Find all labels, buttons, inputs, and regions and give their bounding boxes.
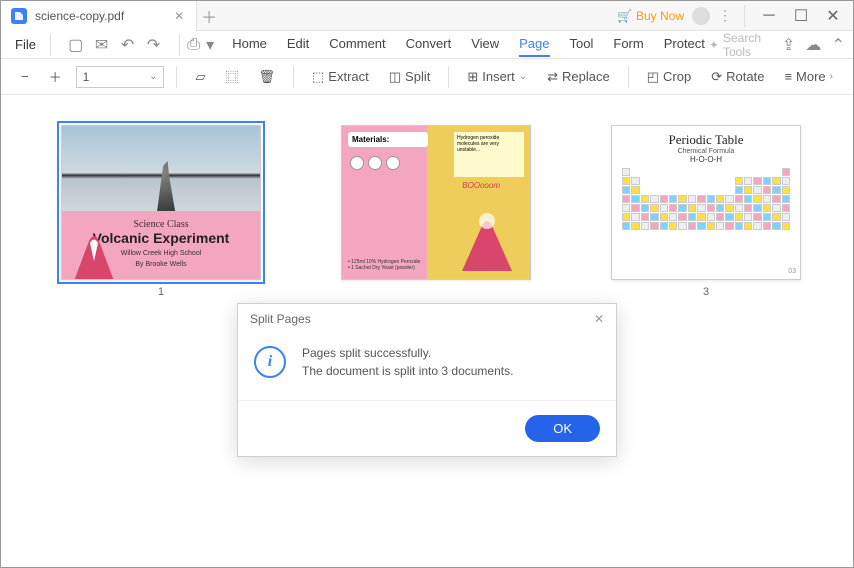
dialog-ok-button[interactable]: OK xyxy=(525,415,600,442)
cart-icon: 🛒 xyxy=(617,9,632,23)
replace-icon: ⇄ xyxy=(547,69,558,85)
page-layout-2-icon[interactable]: ⿴ xyxy=(219,63,244,90)
split-button[interactable]: ◫ Split xyxy=(383,65,437,89)
tab-close-icon[interactable]: ✕ xyxy=(172,9,186,23)
app-icon xyxy=(11,8,27,24)
split-icon: ◫ xyxy=(389,69,401,85)
page-number-label: 3 xyxy=(703,286,709,298)
close-window-button[interactable]: ✕ xyxy=(821,4,845,28)
user-avatar-icon[interactable] xyxy=(692,7,710,25)
file-menu[interactable]: File xyxy=(9,37,42,52)
hamburger-icon: ≡ xyxy=(784,69,792,84)
page-corner-number: 03 xyxy=(788,268,796,275)
split-pages-dialog: Split Pages ✕ i Pages split successfully… xyxy=(237,303,617,457)
mail-icon[interactable]: ✉ xyxy=(93,36,111,54)
cloud-icon[interactable]: ☁ xyxy=(805,36,821,54)
chemical-formula: H-O-O-H xyxy=(622,155,790,164)
dialog-message-2: The document is split into 3 documents. xyxy=(302,362,513,380)
zoom-in-button[interactable]: ＋ xyxy=(43,63,68,90)
menu-tab-page[interactable]: Page xyxy=(519,32,549,57)
undo-icon[interactable]: ↶ xyxy=(119,36,137,54)
kebab-menu-icon[interactable]: ⋮ xyxy=(718,7,732,24)
collapse-icon[interactable]: ⌃ xyxy=(831,36,845,54)
dropdown-icon[interactable]: ▾ xyxy=(204,36,216,54)
page-thumbnail-3[interactable]: Periodic Table Chemical Formula H-O-O-H … xyxy=(611,125,801,298)
materials-heading: Materials: xyxy=(348,132,428,147)
buy-now-link[interactable]: 🛒 Buy Now xyxy=(617,9,684,23)
rotate-icon: ⟳ xyxy=(711,69,722,85)
volcano-illustration-icon xyxy=(452,211,522,271)
materials-list: • 125ml 10% Hydrogen Peroxide • 1 Sachet… xyxy=(348,259,420,271)
search-placeholder: Search Tools xyxy=(723,31,772,59)
crop-icon: ◰ xyxy=(647,69,659,85)
slide-subtitle: Science Class xyxy=(68,219,254,230)
menu-tab-edit[interactable]: Edit xyxy=(287,32,309,57)
boom-text: BOOooom xyxy=(462,181,500,190)
menu-tab-protect[interactable]: Protect xyxy=(664,32,705,57)
extract-icon: ⬚ xyxy=(312,69,324,85)
buy-now-label: Buy Now xyxy=(636,9,684,23)
page-number-label: 1 xyxy=(158,286,164,298)
page-number-value: 1 xyxy=(83,70,90,84)
sticky-note-icon: Hydrogen peroxide molecules are very uns… xyxy=(454,132,524,177)
menu-tab-convert[interactable]: Convert xyxy=(406,32,452,57)
info-icon: i xyxy=(254,346,286,378)
document-tab[interactable]: science-copy.pdf ✕ xyxy=(1,1,197,31)
dialog-close-button[interactable]: ✕ xyxy=(594,312,604,326)
menu-tab-form[interactable]: Form xyxy=(613,32,643,57)
more-button[interactable]: ≡ More › xyxy=(778,65,839,88)
share-icon[interactable]: ⇪ xyxy=(782,36,796,54)
volcano-illustration-icon xyxy=(64,231,124,280)
page-thumbnail-1[interactable]: Science Class Volcanic Experiment Willow… xyxy=(61,125,261,298)
split-label: Split xyxy=(405,69,430,84)
extract-label: Extract xyxy=(328,69,368,84)
dialog-message-1: Pages split successfully. xyxy=(302,344,513,362)
insert-label: Insert xyxy=(482,69,515,84)
periodic-table-title: Periodic Table xyxy=(622,132,790,148)
minimize-button[interactable]: ─ xyxy=(757,4,781,28)
menu-tab-comment[interactable]: Comment xyxy=(329,32,385,57)
chevron-down-icon: ⌄ xyxy=(149,71,157,82)
delete-page-icon[interactable]: 🗑 xyxy=(252,65,281,89)
dialog-title: Split Pages xyxy=(250,312,311,326)
thumbnail-image xyxy=(62,126,260,211)
replace-label: Replace xyxy=(562,69,610,84)
more-label: More xyxy=(796,69,826,84)
page-number-input[interactable]: 1 ⌄ xyxy=(76,66,165,88)
extract-button[interactable]: ⬚ Extract xyxy=(306,65,375,89)
insert-icon: ⊞ xyxy=(467,69,478,85)
print-icon[interactable]: ⎙ xyxy=(187,36,200,54)
maximize-button[interactable]: ☐ xyxy=(789,4,813,28)
rotate-button[interactable]: ⟳ Rotate xyxy=(705,65,770,89)
crop-label: Crop xyxy=(663,69,691,84)
new-tab-button[interactable]: ＋ xyxy=(197,4,221,28)
insert-button[interactable]: ⊞ Insert ⌄ xyxy=(461,65,533,89)
chevron-right-icon: › xyxy=(830,71,833,82)
page-thumbnail-2[interactable]: Materials: Hydrogen peroxide molecules a… xyxy=(341,125,531,280)
periodic-table-grid xyxy=(622,168,790,230)
redo-icon[interactable]: ↷ xyxy=(145,36,163,54)
replace-button[interactable]: ⇄ Replace xyxy=(541,65,616,89)
diagram-icon xyxy=(350,156,400,170)
rotate-label: Rotate xyxy=(726,69,764,84)
page-layout-1-icon[interactable]: ▱ xyxy=(189,65,211,89)
search-tools[interactable]: ✦ Search Tools xyxy=(709,31,772,59)
crop-button[interactable]: ◰ Crop xyxy=(641,65,697,89)
menu-tab-tool[interactable]: Tool xyxy=(570,32,594,57)
zoom-out-button[interactable]: − xyxy=(15,65,35,88)
periodic-table-subtitle: Chemical Formula xyxy=(622,148,790,155)
menu-tab-view[interactable]: View xyxy=(471,32,499,57)
chevron-down-icon: ⌄ xyxy=(519,71,527,82)
wand-icon: ✦ xyxy=(709,38,719,52)
save-icon[interactable]: ▢ xyxy=(67,36,85,54)
tab-title: science-copy.pdf xyxy=(35,9,124,23)
menu-tab-home[interactable]: Home xyxy=(232,32,267,57)
